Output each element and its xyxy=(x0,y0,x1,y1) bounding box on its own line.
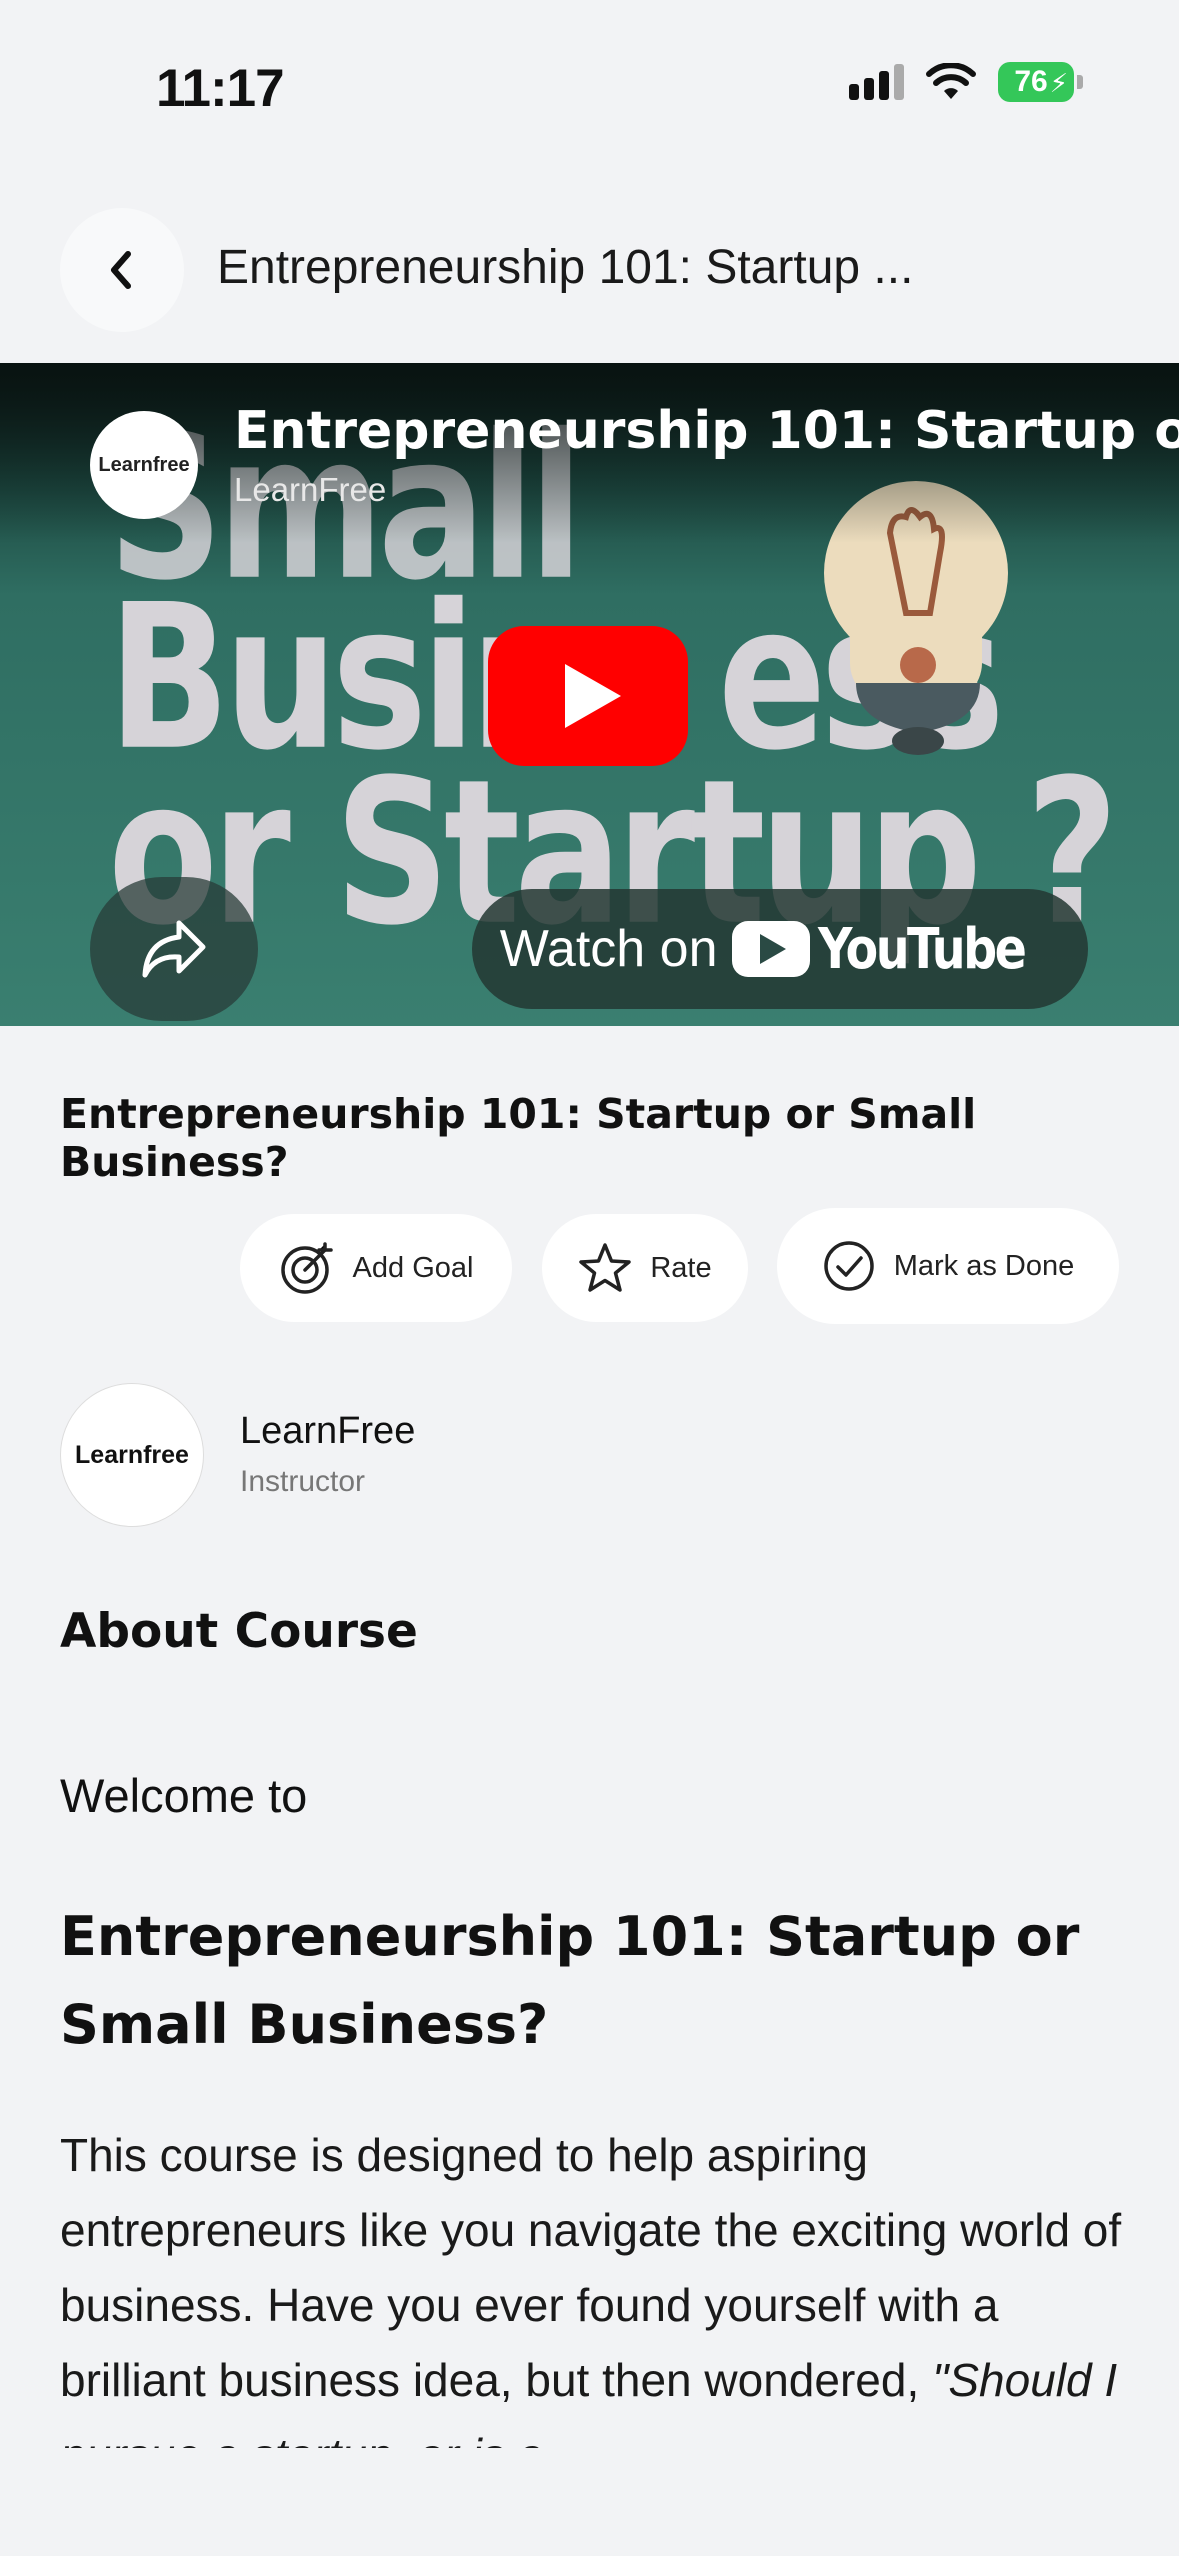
chevron-left-icon xyxy=(111,251,131,289)
about-course-heading: About Course xyxy=(60,1604,418,1659)
add-goal-button[interactable]: Add Goal xyxy=(240,1214,512,1322)
charging-bolt-icon: ⚡ xyxy=(1049,68,1068,98)
youtube-wordmark: YouTube xyxy=(817,916,1027,982)
watch-on-label: Watch on xyxy=(499,920,718,978)
course-description-text: This course is designed to help aspiring… xyxy=(60,2129,1122,2448)
status-icons: 76 ⚡ xyxy=(849,62,1083,102)
share-button[interactable] xyxy=(90,877,258,1021)
course-description: This course is designed to help aspiring… xyxy=(60,2118,1140,2448)
mark-as-done-label: Mark as Done xyxy=(893,1249,1075,1282)
check-circle-icon xyxy=(823,1241,874,1291)
video-channel-name[interactable]: LearnFree xyxy=(234,471,386,509)
page-title: Entrepreneurship 101: Startup ... xyxy=(217,241,914,294)
channel-avatar[interactable]: Learnfree xyxy=(90,411,198,519)
cellular-signal-icon xyxy=(849,64,904,100)
video-player[interactable]: Small Business or Startup ? Learnfree En… xyxy=(0,363,1179,1026)
star-icon xyxy=(579,1243,632,1292)
video-title[interactable]: Entrepreneurship 101: Startup or Sm xyxy=(234,401,1179,461)
battery-level: 76 xyxy=(1014,65,1048,98)
instructor-role: Instructor xyxy=(240,1465,366,1498)
status-time: 11:17 xyxy=(156,59,285,118)
play-button[interactable] xyxy=(488,626,688,766)
rate-button[interactable]: Rate xyxy=(542,1214,748,1322)
instructor-name: LearnFree xyxy=(240,1410,416,1452)
welcome-text: Welcome to xyxy=(60,1769,308,1822)
instructor-card[interactable]: Learnfree LearnFree Instructor xyxy=(60,1383,760,1529)
watch-on-youtube-button[interactable]: Watch on YouTube xyxy=(472,889,1088,1009)
add-goal-label: Add Goal xyxy=(352,1251,474,1284)
action-buttons: Add Goal Rate Mark as Done xyxy=(0,1208,1179,1328)
instructor-avatar: Learnfree xyxy=(60,1383,204,1527)
mark-as-done-button[interactable]: Mark as Done xyxy=(777,1208,1119,1324)
battery-icon: 76 ⚡ xyxy=(998,62,1083,102)
top-nav: Entrepreneurship 101: Startup ... xyxy=(0,205,1179,335)
status-bar: 11:17 76 ⚡ xyxy=(0,0,1179,175)
wifi-icon xyxy=(926,63,976,101)
share-arrow-icon xyxy=(142,920,206,978)
goal-target-icon xyxy=(280,1242,333,1294)
rate-label: Rate xyxy=(650,1251,712,1284)
about-course-title: Entrepreneurship 101: Startup or Small B… xyxy=(60,1905,1080,2056)
play-icon xyxy=(565,664,621,728)
course-title: Entrepreneurship 101: Startup or Small B… xyxy=(60,1090,977,1186)
back-button[interactable] xyxy=(60,208,184,332)
youtube-logo-icon: YouTube xyxy=(731,916,1061,982)
